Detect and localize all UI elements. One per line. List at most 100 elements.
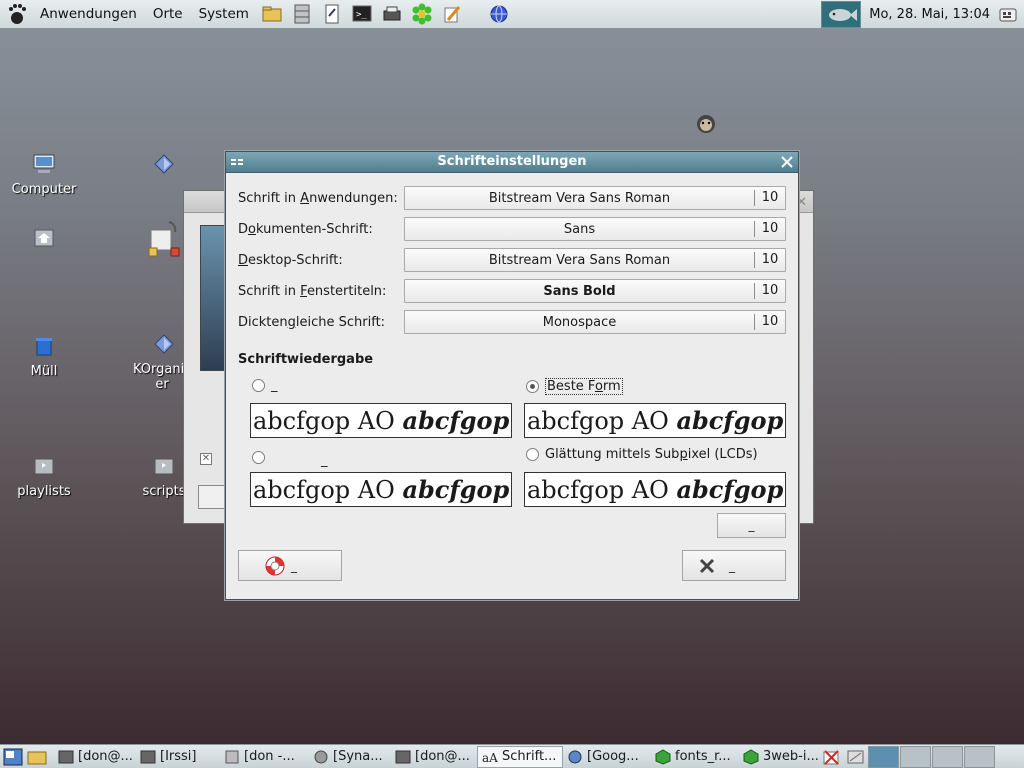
desktop-icon-computer[interactable]: Computer xyxy=(4,150,84,197)
font-label: Schrift in Anwendungen: xyxy=(238,190,398,206)
font-name: Bitstream Vera Sans Roman xyxy=(488,252,671,268)
computer-icon xyxy=(30,150,58,178)
font-icon: aA xyxy=(482,749,498,765)
gnome-monkey-icon[interactable] xyxy=(694,112,718,136)
file-cabinet-icon[interactable] xyxy=(290,2,314,26)
desktop-icon-home[interactable] xyxy=(4,224,84,256)
taskbar-task[interactable]: [Goog... xyxy=(563,746,651,768)
desktop-font-button[interactable]: Bitstream Vera Sans Roman 10 xyxy=(404,248,786,272)
window-list-icon[interactable] xyxy=(845,747,867,767)
font-row-applications: Schrift in Anwendungen: Bitstream Vera S… xyxy=(238,186,786,210)
dialog-close-icon[interactable] xyxy=(778,154,795,170)
radio-button[interactable] xyxy=(252,451,265,464)
lifebuoy-icon xyxy=(263,554,287,578)
window-menu-icon[interactable] xyxy=(231,158,243,166)
terminal-icon xyxy=(58,749,74,765)
workspace-4[interactable] xyxy=(964,745,995,768)
korganizer-icon xyxy=(150,330,178,358)
rendering-option-best-contrast[interactable]: _ xyxy=(252,447,328,468)
workspace-2[interactable] xyxy=(900,745,931,768)
desktop-icon-label: playlists xyxy=(17,484,71,499)
keyboard-layout-icon[interactable] xyxy=(998,5,1018,25)
taskbar-task[interactable]: fonts_r... xyxy=(651,746,739,768)
fish-applet-icon[interactable] xyxy=(821,1,862,28)
radio-button[interactable] xyxy=(526,448,539,461)
network-globe-icon[interactable] xyxy=(487,2,511,26)
close-x-icon xyxy=(695,554,719,578)
icq-flower-icon[interactable] xyxy=(410,2,434,26)
taskbar-task[interactable]: [don@... xyxy=(391,746,477,768)
help-button[interactable]: _ xyxy=(238,550,342,581)
dialog-title: Schrifteinstellungen xyxy=(437,154,587,169)
font-size: 10 xyxy=(754,221,785,237)
bottom-panel: [don@... [Irssi] [don -... [Syna... [don… xyxy=(0,744,1024,768)
radio-label: Glättung mittels Subpixel (LCDs) xyxy=(545,447,758,462)
browser-icon xyxy=(567,749,583,765)
clock[interactable]: Mo, 28. Mai, 13:04 xyxy=(861,7,998,22)
details-button[interactable]: _ xyxy=(717,513,786,538)
rendering-option-best-shape[interactable]: Beste Form xyxy=(526,378,623,395)
font-name: Sans xyxy=(563,221,596,237)
radio-button[interactable] xyxy=(252,379,265,392)
font-label: Dokumenten-Schrift: xyxy=(238,221,373,237)
font-name: Bitstream Vera Sans Roman xyxy=(488,190,671,206)
taskbar-task[interactable]: [Syna... xyxy=(309,746,391,768)
folder-launcher-icon[interactable] xyxy=(26,747,48,767)
background-window-checkbox[interactable]: ✕ xyxy=(200,453,212,465)
printer-icon[interactable] xyxy=(380,2,404,26)
preview-best-contrast: abcfgop AO abcfgop xyxy=(250,472,512,507)
svg-text:>_: >_ xyxy=(356,10,367,20)
taskbar-task[interactable]: [Irssi] xyxy=(136,746,220,768)
workspace-1[interactable] xyxy=(868,745,899,768)
workspace-3[interactable] xyxy=(932,745,963,768)
rendering-option-monochrome[interactable]: _ xyxy=(252,378,278,393)
terminal-launcher-icon[interactable]: >_ xyxy=(350,2,374,26)
radio-button[interactable] xyxy=(526,380,539,393)
top-panel: Anwendungen Orte System >_ Mo, 28. Mai, … xyxy=(0,0,1024,29)
font-row-monospace: Dicktengleiche Schrift: Monospace 10 xyxy=(238,310,786,334)
menu-places[interactable]: Orte xyxy=(145,6,191,22)
desktop-icon-label: Computer xyxy=(11,182,77,197)
desktop-icon-playlists[interactable]: playlists xyxy=(4,452,84,499)
alert-icon[interactable] xyxy=(821,747,843,767)
preview-subpixel: abcfgop AO abcfgop xyxy=(524,472,786,507)
close-button-label: _ xyxy=(729,558,735,573)
font-row-desktop: Desktop-Schrift: Bitstream Vera Sans Rom… xyxy=(238,248,786,272)
menu-system[interactable]: System xyxy=(191,6,257,22)
folder-icon xyxy=(30,452,58,480)
preview-monochrome: abcfgop AO abcfgop xyxy=(250,403,512,438)
rendering-option-subpixel[interactable]: Glättung mittels Subpixel (LCDs) xyxy=(526,447,758,462)
editor-pencil-icon[interactable] xyxy=(440,2,464,26)
terminal-icon xyxy=(140,749,156,765)
taskbar-task[interactable]: 3web-i... xyxy=(739,746,819,768)
font-row-window-title: Schrift in Fenstertiteln: Sans Bold 10 xyxy=(238,279,786,303)
desktop-icon-diamond[interactable] xyxy=(124,150,204,182)
folder-launcher-icon[interactable] xyxy=(260,2,284,26)
package-icon xyxy=(655,748,671,765)
document-font-button[interactable]: Sans 10 xyxy=(404,217,786,241)
taskbar-task-active[interactable]: aA Schrift... xyxy=(477,745,563,768)
font-label: Schrift in Fenstertiteln: xyxy=(238,283,387,299)
show-desktop-icon[interactable] xyxy=(2,747,24,767)
menu-applications[interactable]: Anwendungen xyxy=(32,6,145,22)
application-font-button[interactable]: Bitstream Vera Sans Roman 10 xyxy=(404,186,786,210)
monospace-font-button[interactable]: Monospace 10 xyxy=(404,310,786,334)
taskbar-task[interactable]: [don@... xyxy=(54,746,136,768)
preview-best-shape: abcfgop AO abcfgop xyxy=(524,403,786,438)
text-editor-icon[interactable] xyxy=(320,2,344,26)
radio-label: _ xyxy=(321,453,328,468)
font-row-documents: Dokumenten-Schrift: Sans 10 xyxy=(238,217,786,241)
home-icon xyxy=(30,224,58,252)
install-package-icon xyxy=(147,218,181,258)
close-button[interactable]: _ xyxy=(682,550,786,581)
desktop-icon-trash[interactable]: Müll xyxy=(4,332,84,379)
gnome-foot-icon[interactable] xyxy=(6,3,28,25)
background-window-preview xyxy=(200,225,228,371)
background-window-button[interactable] xyxy=(198,485,228,509)
window-title-font-button[interactable]: Sans Bold 10 xyxy=(404,279,786,303)
radio-label: _ xyxy=(271,378,278,393)
radio-label: Beste Form xyxy=(545,378,623,395)
taskbar-task[interactable]: [don -... xyxy=(220,746,309,768)
dialog-titlebar[interactable]: Schrifteinstellungen xyxy=(226,152,798,173)
rendering-section-title: Schriftwiedergabe xyxy=(238,352,374,367)
